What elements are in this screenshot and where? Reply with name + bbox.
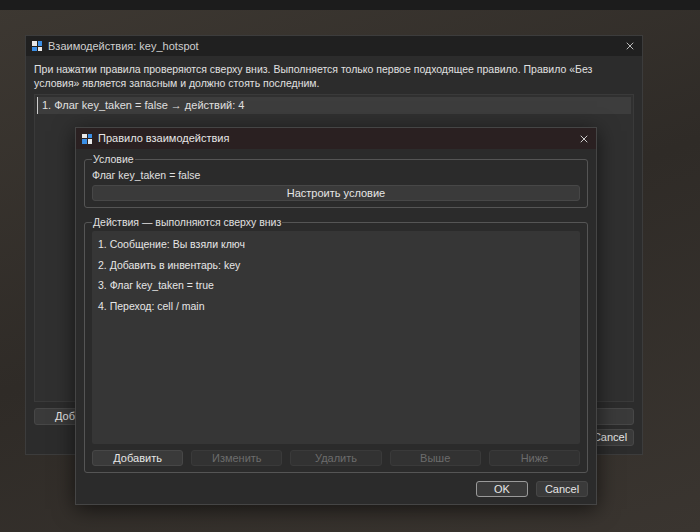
action-button[interactable]: Удалить <box>290 450 381 466</box>
condition-legend: Условие <box>92 153 135 166</box>
title-bar: Взаимодействия: key_hotspot <box>26 36 642 56</box>
action-item[interactable]: 4. Переход: cell / main <box>98 297 574 318</box>
rule-item[interactable]: 1. Флаг key_taken = false → действий: 4 <box>37 97 631 114</box>
action-button[interactable]: Ниже <box>489 450 580 466</box>
action-button[interactable]: Изменить <box>191 450 282 466</box>
action-button[interactable]: Добавить <box>92 450 183 466</box>
actions-list[interactable]: 1. Сообщение: Вы взяли ключ2. Добавить в… <box>92 231 580 444</box>
ok-button[interactable]: OK <box>476 481 528 497</box>
actions-group: Действия — выполняются сверху вниз 1. Соо… <box>84 216 588 473</box>
condition-text: Флаг key_taken = false <box>92 168 580 182</box>
description: При нажатии правила проверяются сверху в… <box>34 62 634 90</box>
condition-group: Условие Флаг key_taken = false Настроить у… <box>84 153 588 208</box>
window-icon <box>82 134 92 144</box>
action-item[interactable]: 2. Добавить в инвентарь: key <box>98 256 574 277</box>
desktop: Взаимодействия: key_hotspot При нажатии п… <box>0 0 700 532</box>
action-button[interactable]: Выше <box>390 450 481 466</box>
action-item[interactable]: 1. Сообщение: Вы взяли ключ <box>98 235 574 256</box>
window-title: Взаимодействия: key_hotspot <box>48 38 618 55</box>
actions-legend: Действия — выполняются сверху вниз <box>92 216 282 229</box>
close-icon[interactable] <box>578 133 590 145</box>
close-icon[interactable] <box>624 40 636 52</box>
window-icon <box>32 41 42 51</box>
action-item[interactable]: 3. Флаг key_taken = true <box>98 276 574 297</box>
dialog-title: Правило взаимодействия <box>98 130 572 147</box>
cancel-button[interactable]: Cancel <box>536 481 588 497</box>
title-bar: Правило взаимодействия <box>76 128 596 149</box>
rule-dialog: Правило взаимодействия Условие Флаг key_ta… <box>75 127 597 505</box>
top-strip <box>0 0 700 10</box>
configure-condition-button[interactable]: Настроить условие <box>92 185 580 201</box>
